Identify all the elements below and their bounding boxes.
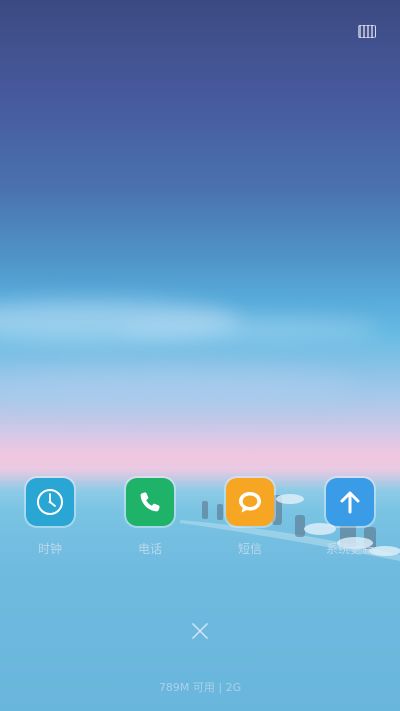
app-label: 短信 [237, 542, 262, 556]
recent-apps-screen: 时钟 电话 短信 系统更新 789M 可用 | 2G [0, 0, 400, 711]
recent-app-phone[interactable]: 电话 [110, 478, 190, 556]
wallpaper-cloud [120, 318, 380, 340]
app-label: 时钟 [37, 542, 62, 556]
status-bar [358, 25, 376, 38]
recent-apps-row: 时钟 电话 短信 系统更新 [0, 478, 400, 568]
recent-app-system-update[interactable]: 系统更新 [310, 478, 390, 556]
memory-status: 789M 可用 | 2G [158, 681, 242, 694]
app-label: 系统更新 [325, 542, 374, 556]
battery-icon [358, 25, 376, 38]
recent-app-messages[interactable]: 短信 [210, 478, 290, 556]
app-label: 电话 [137, 542, 162, 556]
message-icon [226, 478, 274, 526]
wallpaper-cloud [0, 365, 360, 405]
phone-icon [126, 478, 174, 526]
clock-icon [26, 478, 74, 526]
recent-app-clock[interactable]: 时钟 [10, 478, 90, 556]
update-arrow-icon [326, 478, 374, 526]
clear-all-button[interactable] [186, 617, 214, 645]
close-icon [192, 623, 208, 639]
